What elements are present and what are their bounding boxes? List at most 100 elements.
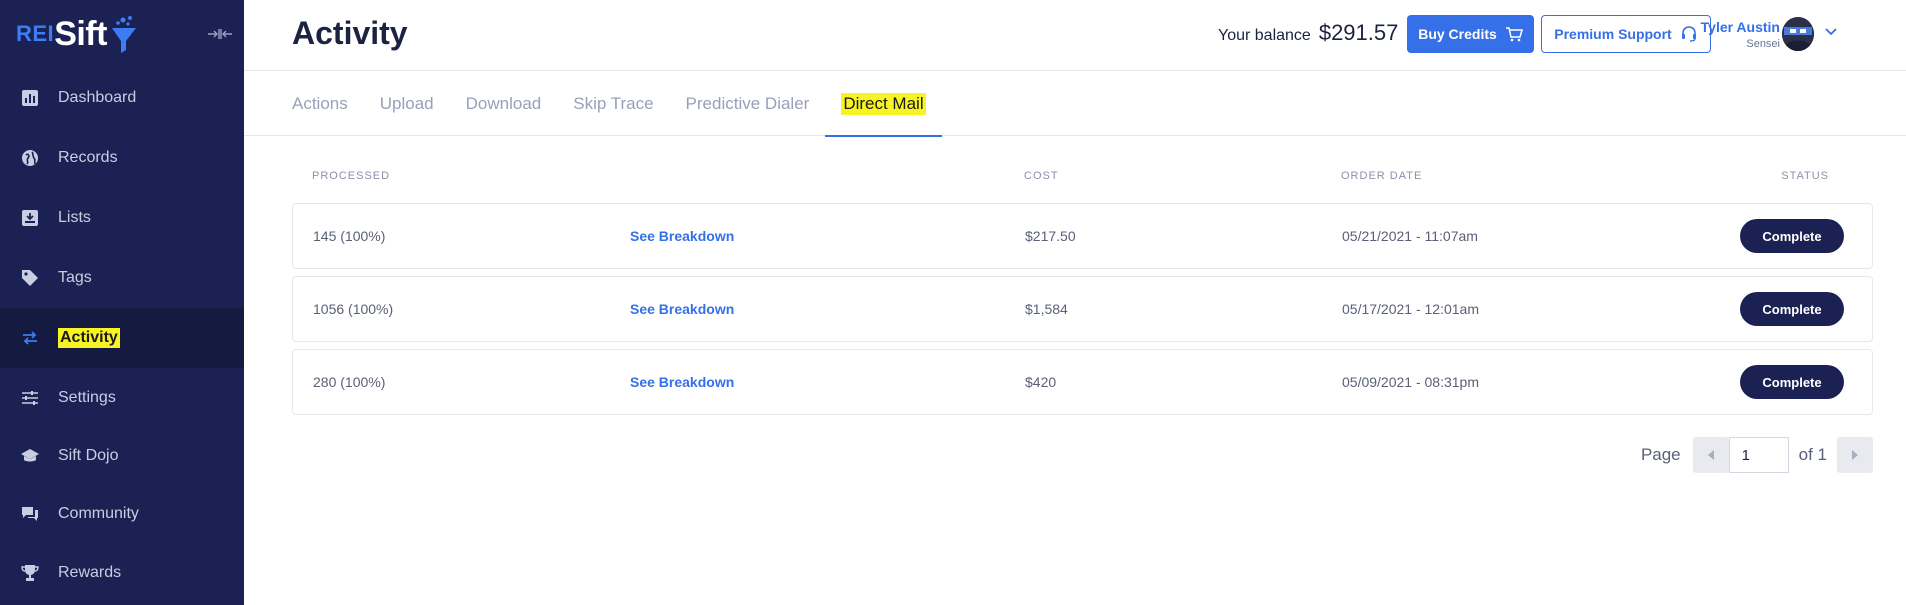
tab-download[interactable]: Download: [466, 71, 542, 136]
sidebar-item-label: Lists: [58, 209, 91, 226]
tab-label: Actions: [292, 93, 348, 113]
tab-predictive-dialer[interactable]: Predictive Dialer: [686, 71, 810, 136]
user-menu[interactable]: Tyler Austin Sensei: [1701, 17, 1844, 53]
chevron-down-icon[interactable]: [1824, 27, 1838, 37]
status-cell: Complete: [1737, 365, 1872, 399]
funnel-logo-icon: [111, 16, 136, 53]
cart-icon: [1505, 27, 1523, 42]
caret-left-icon: [1707, 450, 1714, 460]
processed-value: 145 (100%): [313, 228, 386, 244]
sidebar-item-label: Community: [58, 505, 139, 522]
table-header: PROCESSED COST ORDER DATE STATUS: [292, 170, 1873, 190]
status-badge[interactable]: Complete: [1740, 292, 1844, 326]
order-date-value: 05/17/2021 - 12:01am: [1342, 301, 1479, 317]
sidebar-item-label: Settings: [58, 389, 116, 406]
buy-credits-label: Buy Credits: [1418, 26, 1497, 42]
tab-direct-mail[interactable]: Direct Mail: [825, 71, 942, 137]
status-cell: Complete: [1737, 292, 1872, 326]
balance-value: $291.57: [1318, 20, 1399, 45]
page-of-label: of 1: [1798, 445, 1827, 464]
top-header: Activity Your balance $291.57 Buy Credit…: [244, 0, 1906, 71]
tag-icon: [20, 268, 40, 288]
page-title: Activity: [292, 15, 408, 51]
sidebar-item-lists[interactable]: Lists: [0, 188, 244, 248]
see-breakdown-link[interactable]: See Breakdown: [630, 301, 1025, 317]
logo-prefix: REI: [16, 21, 55, 46]
status-badge[interactable]: Complete: [1740, 219, 1844, 253]
status-badge[interactable]: Complete: [1740, 365, 1844, 399]
sidebar-item-dashboard[interactable]: Dashboard: [0, 68, 244, 128]
sidebar-item-label: Dashboard: [58, 89, 137, 106]
collapse-sidebar-button[interactable]: [206, 24, 234, 44]
tab-label: Predictive Dialer: [685, 93, 810, 113]
tab-skip-trace[interactable]: Skip Trace: [573, 71, 653, 136]
trophy-icon: [20, 563, 40, 583]
page-label: Page: [1640, 445, 1681, 464]
tab-upload[interactable]: Upload: [380, 71, 434, 136]
chat-bubbles-icon: [20, 504, 40, 524]
logo-name: Sift: [54, 14, 107, 53]
sidebar-item-rewards[interactable]: Rewards: [0, 544, 244, 602]
tab-label: Direct Mail: [841, 92, 926, 115]
user-role: Sensei: [1746, 38, 1780, 50]
sidebar-item-sift-dojo[interactable]: Sift Dojo: [0, 428, 244, 484]
logo-row: REI Sift: [0, 0, 244, 68]
sidebar-item-settings[interactable]: Settings: [0, 368, 244, 428]
column-processed: PROCESSED: [312, 170, 391, 182]
order-date-value: 05/09/2021 - 08:31pm: [1342, 374, 1479, 390]
table-body: 145 (100%) See Breakdown $217.50 05/21/2…: [292, 203, 1873, 415]
collapse-arrows-icon: [208, 29, 232, 39]
sidebar: REI Sift Dashboard Records Lists Tags Ac…: [0, 0, 244, 605]
caret-right-icon: [1852, 450, 1858, 460]
sidebar-item-label: Sift Dojo: [58, 447, 119, 464]
sidebar-item-activity[interactable]: Activity: [0, 308, 244, 368]
tab-label: Download: [465, 93, 542, 113]
see-breakdown-link[interactable]: See Breakdown: [630, 228, 1025, 244]
pagination: Page of 1: [1641, 437, 1873, 473]
tab-label: Upload: [379, 93, 434, 113]
cost-value: $217.50: [1025, 228, 1076, 244]
page-number-input[interactable]: [1728, 437, 1789, 473]
sidebar-item-records[interactable]: Records: [0, 128, 244, 188]
previous-page-button[interactable]: [1692, 437, 1729, 473]
sidebar-item-tags[interactable]: Tags: [0, 248, 244, 308]
next-page-button[interactable]: [1837, 437, 1873, 473]
premium-support-label: Premium Support: [1554, 26, 1672, 42]
status-cell: Complete: [1737, 219, 1872, 253]
sidebar-item-community[interactable]: Community: [0, 484, 244, 544]
buy-credits-button[interactable]: Buy Credits: [1407, 15, 1534, 53]
sidebar-nav: Dashboard Records Lists Tags Activity Se…: [0, 68, 244, 602]
sidebar-item-label: Activity: [58, 328, 120, 348]
chart-bar-icon: [20, 88, 40, 108]
user-name: Tyler Austin: [1700, 19, 1780, 35]
avatar[interactable]: [1782, 17, 1814, 51]
processed-value: 1056 (100%): [313, 301, 394, 317]
direct-mail-table: PROCESSED COST ORDER DATE STATUS 145 (10…: [292, 170, 1873, 422]
inbox-download-icon: [20, 208, 40, 228]
table-row: 280 (100%) See Breakdown $420 05/09/2021…: [292, 349, 1873, 415]
tab-label: Skip Trace: [573, 93, 654, 113]
see-breakdown-link[interactable]: See Breakdown: [630, 374, 1025, 390]
order-date-value: 05/21/2021 - 11:07am: [1342, 228, 1478, 244]
sidebar-item-label: Records: [58, 149, 118, 166]
graduation-cap-icon: [20, 446, 40, 466]
premium-support-button[interactable]: Premium Support: [1541, 15, 1711, 53]
balance: Your balance $291.57: [1218, 20, 1398, 46]
table-row: 1056 (100%) See Breakdown $1,584 05/17/2…: [292, 276, 1873, 342]
activity-tabs: Actions Upload Download Skip Trace Predi…: [244, 71, 1906, 137]
column-order-date: ORDER DATE: [1341, 170, 1423, 182]
sliders-icon: [20, 388, 40, 408]
tab-actions[interactable]: Actions: [292, 71, 348, 136]
logo[interactable]: REI Sift: [16, 14, 139, 54]
column-cost: COST: [1024, 170, 1059, 182]
cost-value: $420: [1025, 374, 1057, 390]
cost-value: $1,584: [1025, 301, 1068, 317]
table-row: 145 (100%) See Breakdown $217.50 05/21/2…: [292, 203, 1873, 269]
column-status: STATUS: [1781, 170, 1829, 182]
sidebar-item-label: Tags: [58, 269, 92, 286]
sidebar-item-label: Rewards: [58, 564, 122, 581]
column-spacer: [629, 170, 1024, 190]
globe-icon: [20, 148, 40, 168]
arrows-exchange-icon: [20, 328, 40, 348]
balance-label: Your balance: [1218, 27, 1311, 44]
